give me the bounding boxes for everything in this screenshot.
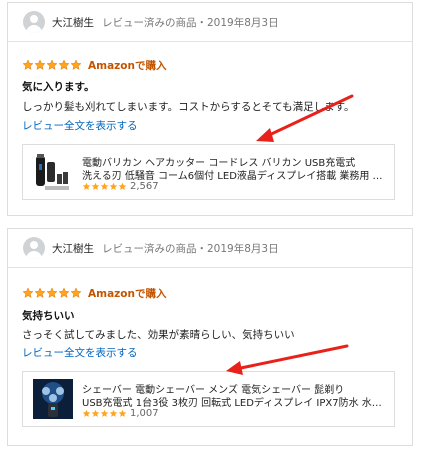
review-header: 大江樹生 レビュー済みの商品・2019年8月3日 (8, 229, 412, 268)
star-icon (109, 409, 118, 417)
avatar[interactable] (23, 11, 45, 33)
star-icon (82, 409, 91, 417)
star-icon (46, 59, 58, 70)
verified-purchase-badge: Amazonで購入 (88, 288, 167, 300)
review-meta: レビュー済みの商品・2019年8月3日 (102, 243, 279, 255)
star-icon (100, 409, 109, 417)
star-icon (22, 287, 34, 298)
star-rating (22, 59, 82, 71)
product-card[interactable]: 電動バリカン ヘアカッター コードレス バリカン USB充電式 洗える刃 低騒音… (22, 144, 395, 200)
review-card: 大江樹生 レビュー済みの商品・2019年8月3日 Amazonで購入 気持ちいい… (7, 228, 413, 446)
star-icon (109, 182, 118, 190)
star-icon (46, 287, 58, 298)
reviewer-name[interactable]: 大江樹生 (52, 241, 94, 256)
rating-count[interactable]: 2,567 (130, 181, 159, 192)
star-icon (91, 409, 100, 417)
star-icon (58, 287, 70, 298)
review-body: さっそく試してみました、効果が素晴らしい、気持ちいい (22, 329, 295, 341)
star-icon (34, 59, 46, 70)
electric-shaver-icon (33, 379, 73, 419)
read-full-review-link[interactable]: レビュー全文を表示する (22, 118, 138, 133)
rating-count[interactable]: 1,007 (130, 408, 159, 419)
product-name-line[interactable]: USB充電式 1台3役 3枚刃 回転式 LEDディスプレイ IPX7防水 水… (82, 394, 390, 409)
hair-clipper-icon (33, 152, 73, 192)
star-icon (82, 182, 91, 190)
star-icon (22, 59, 34, 70)
review-body: しっかり髪も刈れてしまいます。コストからするとそても満足します。 (22, 101, 355, 113)
star-icon (118, 182, 127, 190)
review-title: 気に入ります。 (22, 81, 95, 93)
star-icon (34, 287, 46, 298)
avatar[interactable] (23, 237, 45, 259)
product-rating: 2,567 (82, 181, 159, 192)
verified-purchase-badge: Amazonで購入 (88, 60, 167, 72)
product-name-line[interactable]: 洗える刃 低騒音 コーム6個付 LED液晶ディスプレイ搭載 業務用 … (82, 167, 390, 182)
star-icon (100, 182, 109, 190)
product-rating: 1,007 (82, 408, 159, 419)
review-header: 大江樹生 レビュー済みの商品・2019年8月3日 (8, 3, 412, 42)
product-card[interactable]: シェーバー 電動シェーバー メンズ 電気シェーバー 髭剃り USB充電式 1台3… (22, 371, 395, 427)
star-icon (91, 182, 100, 190)
review-card: 大江樹生 レビュー済みの商品・2019年8月3日 Amazonで購入 気に入りま… (7, 2, 413, 216)
reviewer-name[interactable]: 大江樹生 (52, 15, 94, 30)
star-icon (118, 409, 127, 417)
read-full-review-link[interactable]: レビュー全文を表示する (22, 345, 138, 360)
star-rating (22, 287, 82, 299)
review-title: 気持ちいい (22, 310, 75, 322)
star-icon (58, 59, 70, 70)
star-icon (70, 59, 82, 70)
review-meta: レビュー済みの商品・2019年8月3日 (102, 17, 279, 29)
star-icon (70, 287, 82, 298)
